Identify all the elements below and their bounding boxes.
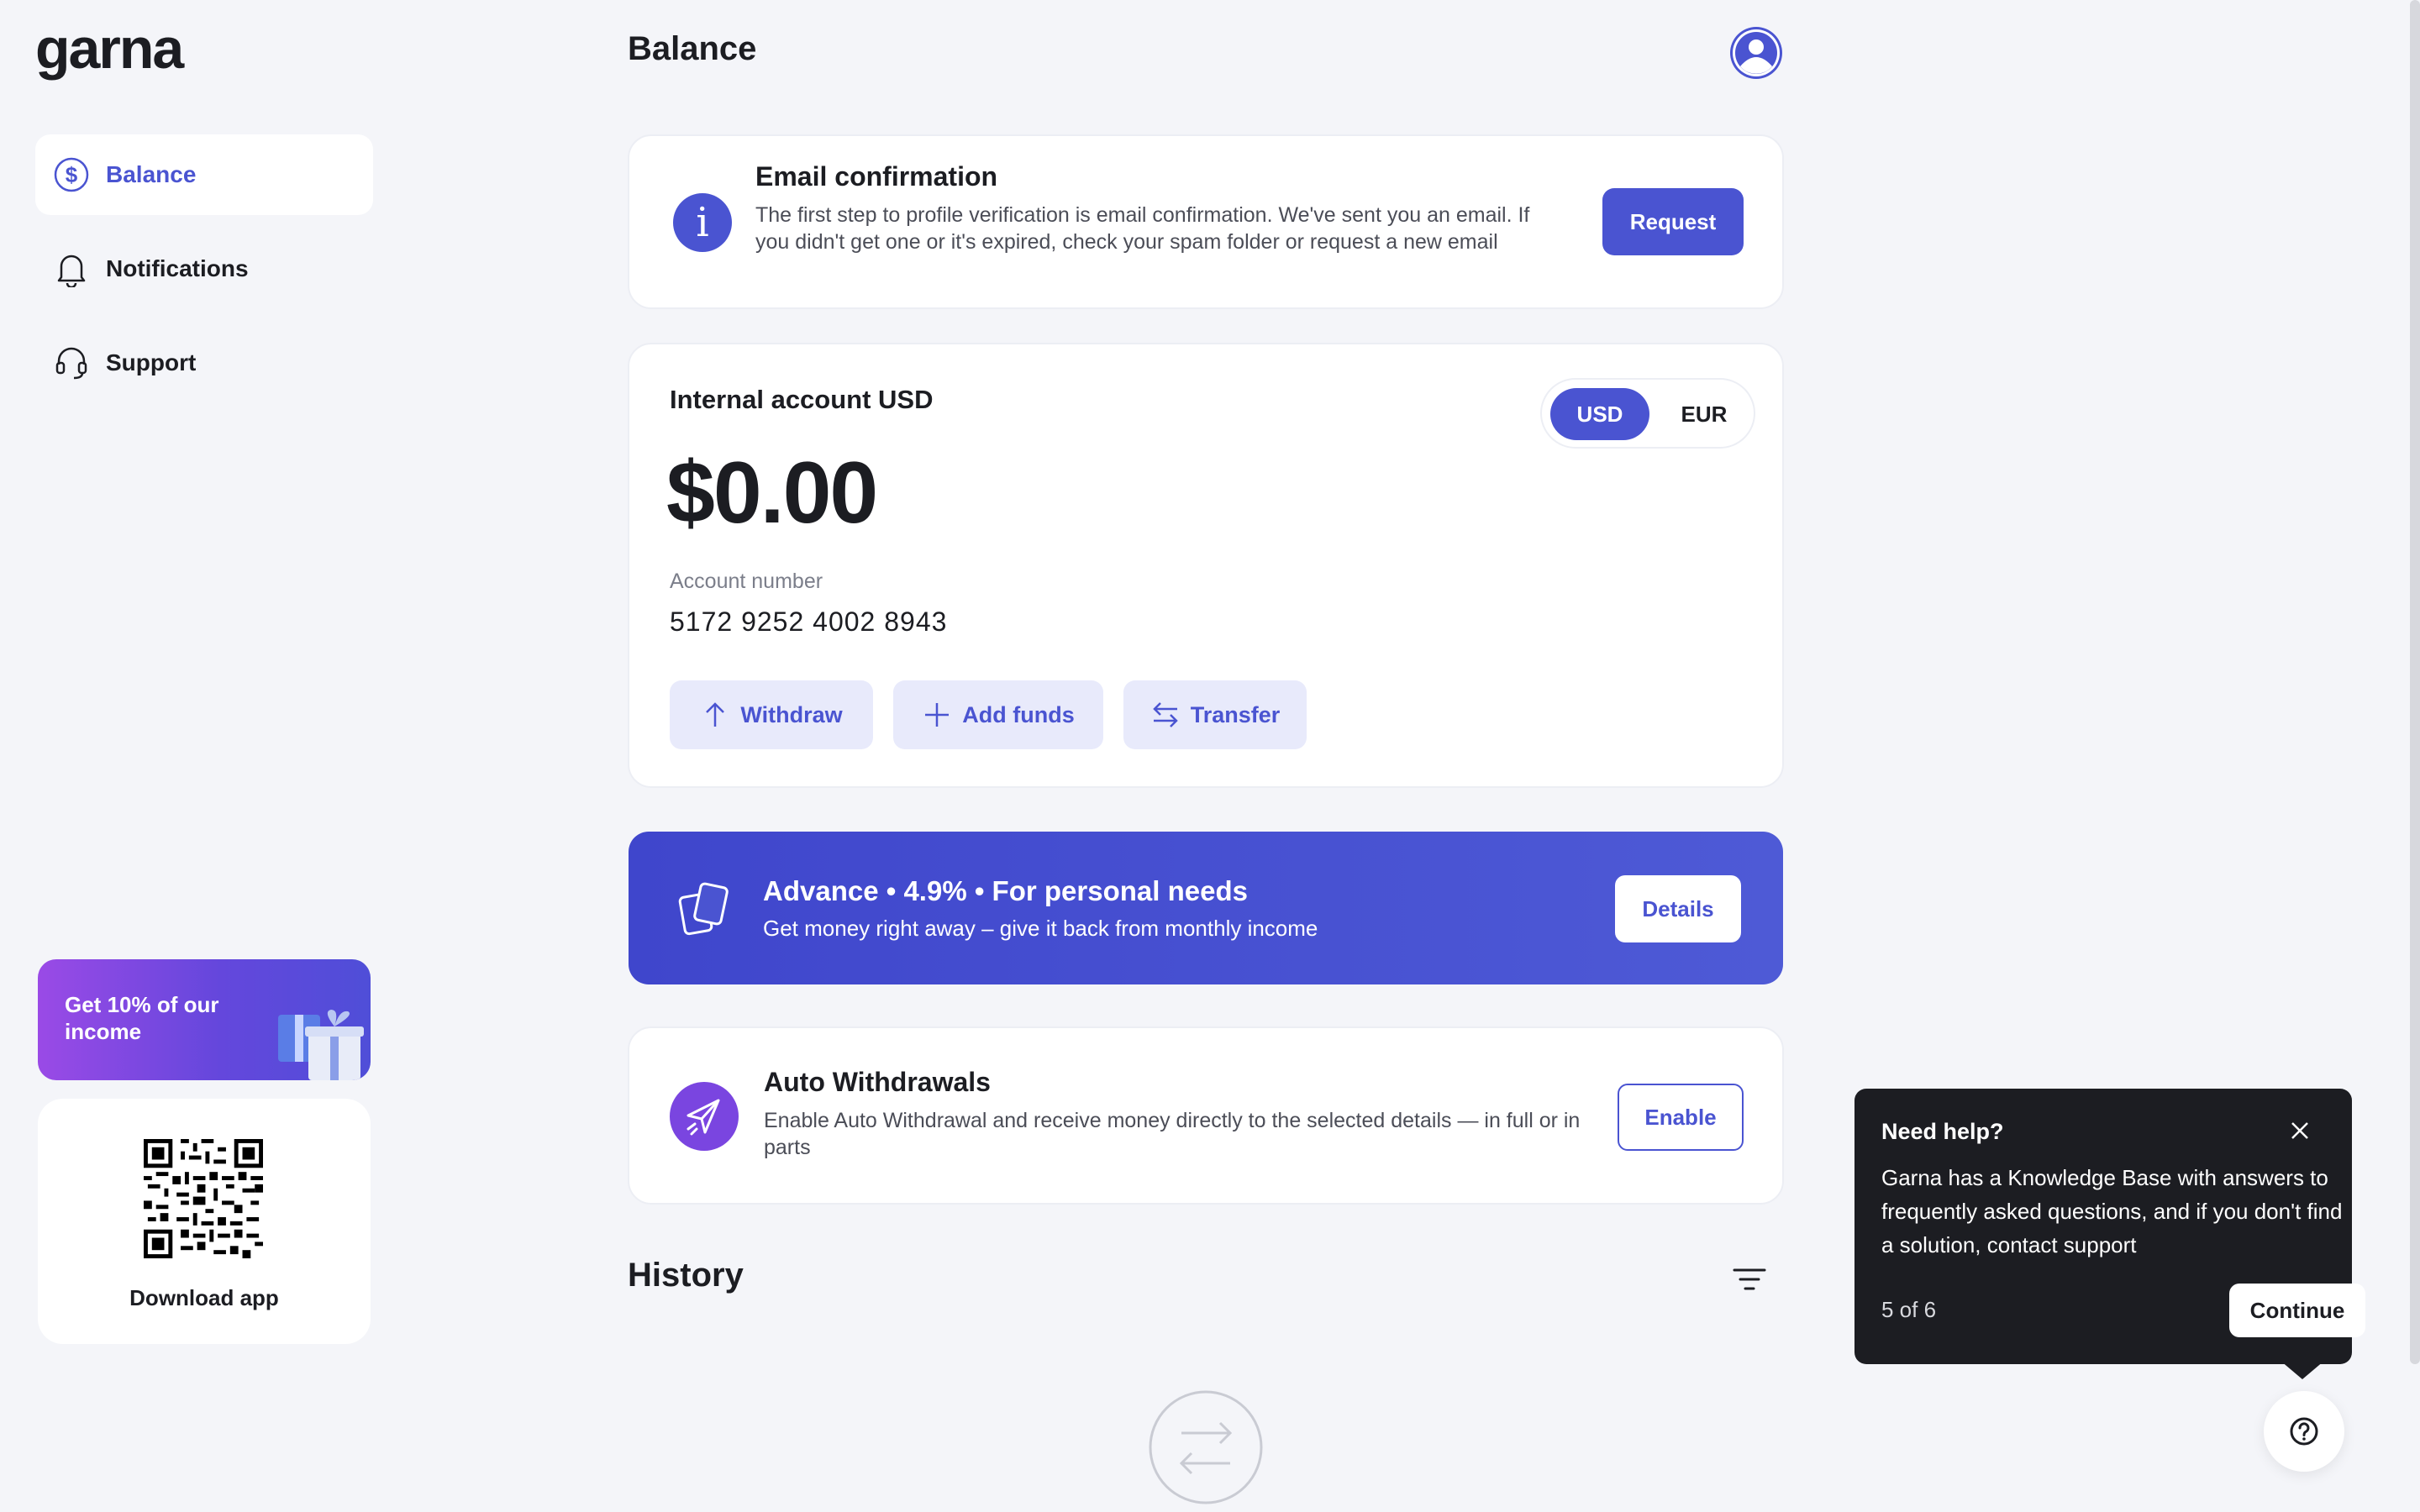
gift-icon — [278, 1010, 364, 1080]
plus-icon — [925, 703, 950, 727]
transfer-button[interactable]: Transfer — [1123, 680, 1307, 749]
withdraw-label: Withdraw — [740, 701, 843, 727]
account-number[interactable]: 5172 9252 4002 8943 — [670, 606, 947, 638]
qr-code-icon — [144, 1139, 263, 1258]
auto-withdrawals-title: Auto Withdrawals — [764, 1067, 991, 1097]
advance-banner[interactable]: Advance • 4.9% • For personal needs Get … — [629, 832, 1783, 984]
tooltip-text: Garna has a Knowledge Base with answers … — [1881, 1165, 2343, 1257]
email-confirmation-card: i Email confirmation The first step to p… — [628, 134, 1784, 309]
history-title: History — [628, 1257, 744, 1294]
tooltip-arrow — [2281, 1361, 2324, 1379]
download-app-card[interactable]: Download app — [38, 1099, 371, 1344]
download-app-label: Download app — [129, 1285, 279, 1310]
account-number-label: Account number — [670, 570, 823, 593]
withdraw-button[interactable]: Withdraw — [670, 680, 873, 749]
currency-switch: USD EUR — [1540, 378, 1755, 449]
advance-title: Advance • 4.9% • For personal needs — [763, 875, 1248, 906]
promo-text: Get 10% of our income — [65, 992, 219, 1044]
help-tooltip: Need help? Garna has a Knowledge Base wi… — [1854, 1089, 2365, 1364]
info-icon: i — [673, 193, 732, 252]
transfer-circle-icon — [1149, 1390, 1263, 1504]
enable-button[interactable]: Enable — [1618, 1084, 1744, 1151]
auto-withdrawals-text: Enable Auto Withdrawal and receive money… — [764, 1109, 1581, 1159]
account-title: Internal account USD — [670, 385, 934, 414]
svg-text:$: $ — [66, 162, 78, 187]
close-icon[interactable] — [2290, 1121, 2310, 1141]
balance-amount: $0.00 — [666, 444, 878, 542]
arrow-up-icon — [706, 702, 725, 727]
help-button[interactable] — [2264, 1391, 2344, 1472]
details-button[interactable]: Details — [1615, 875, 1741, 942]
scrollbar[interactable] — [2410, 0, 2420, 1364]
paper-plane-icon — [670, 1082, 739, 1151]
filter-icon[interactable] — [1733, 1267, 1766, 1292]
sidebar-item-support[interactable]: Support — [35, 323, 373, 403]
question-circle-icon — [2290, 1417, 2318, 1446]
auto-withdrawals-card: Auto Withdrawals Enable Auto Withdrawal … — [628, 1026, 1784, 1205]
currency-eur-tab[interactable]: EUR — [1660, 388, 1749, 440]
sidebar-item-label: Support — [106, 349, 197, 375]
headset-icon — [52, 344, 91, 382]
bell-icon — [52, 249, 91, 288]
email-card-text: The first step to profile verification i… — [755, 203, 1530, 254]
add-funds-label: Add funds — [962, 701, 1075, 727]
sidebar-item-balance[interactable]: $ Balance — [35, 134, 373, 215]
advance-subtitle: Get money right away – give it back from… — [763, 916, 1318, 941]
email-card-title: Email confirmation — [755, 161, 998, 192]
tooltip-title: Need help? — [1881, 1119, 2004, 1144]
sidebar-item-notifications[interactable]: Notifications — [35, 228, 373, 309]
garna-logo[interactable]: garna — [35, 20, 184, 77]
request-button[interactable]: Request — [1602, 188, 1744, 255]
add-funds-button[interactable]: Add funds — [893, 680, 1103, 749]
user-avatar-icon[interactable] — [1728, 25, 1784, 81]
currency-usd-tab[interactable]: USD — [1550, 388, 1649, 440]
sidebar-item-label: Balance — [106, 161, 197, 187]
page-title: Balance — [628, 30, 757, 67]
cards-icon — [678, 882, 729, 936]
sidebar-item-label: Notifications — [106, 255, 249, 281]
dollar-circle-icon: $ — [52, 155, 91, 194]
transfer-label: Transfer — [1190, 701, 1281, 727]
tooltip-step: 5 of 6 — [1881, 1297, 1937, 1322]
promo-banner[interactable]: Get 10% of our income — [38, 959, 371, 1080]
continue-button[interactable]: Continue — [2229, 1284, 2365, 1337]
transfer-arrows-icon — [1152, 702, 1178, 727]
